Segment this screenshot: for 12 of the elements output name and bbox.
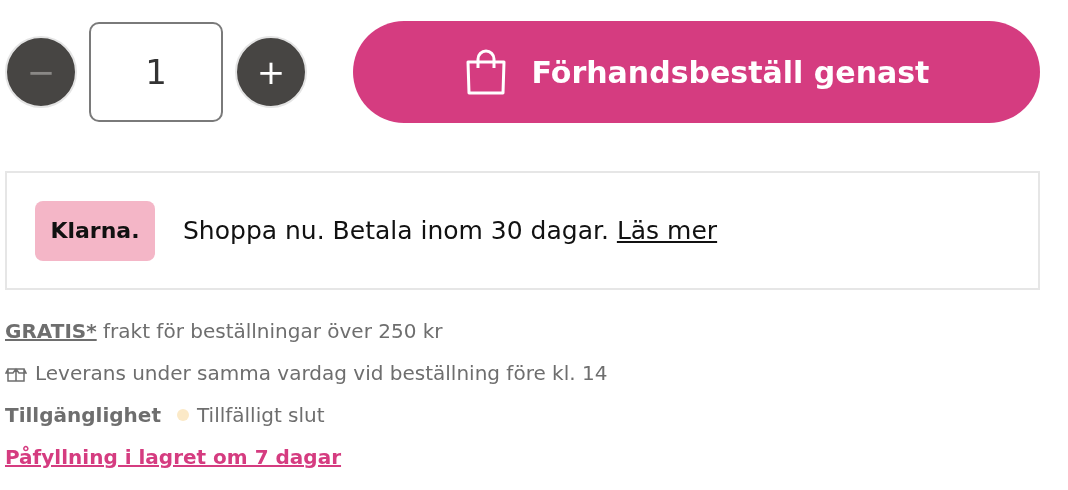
availability-status: Tillfälligt slut — [196, 402, 325, 429]
delivery-text: Leverans under samma vardag vid beställning före kl. 14 — [35, 360, 608, 387]
payment-text: Shoppa nu. Betala inom 30 dagar. Läs mer — [183, 214, 718, 247]
increase-button[interactable]: + — [235, 36, 307, 108]
shipping-text: GRATIS* frakt för beställningar över 250 kr — [5, 318, 444, 345]
quantity-field[interactable]: 1 — [89, 22, 223, 122]
availability-label: Tillgänglighet — [5, 402, 161, 429]
free-shipping-link[interactable]: GRATIS* — [5, 319, 97, 343]
restock-link[interactable]: Påfyllning i lagret om 7 dagar — [5, 445, 342, 469]
read-more-link[interactable]: Läs mer — [616, 215, 718, 245]
klarna-logo: Klarna. — [35, 200, 155, 261]
preorder-button[interactable]: Förhandsbeställ genast — [353, 21, 1040, 123]
